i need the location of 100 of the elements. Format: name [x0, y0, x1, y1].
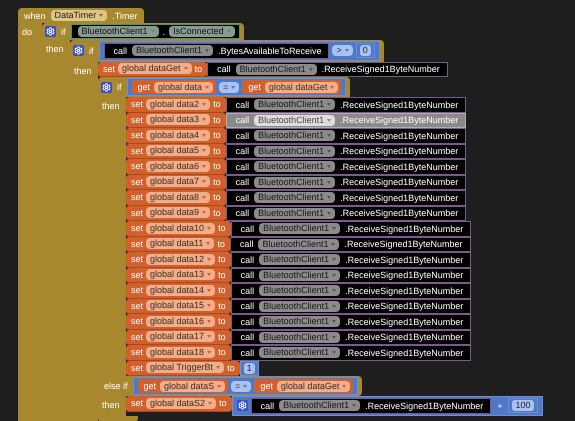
keyword-label: to — [217, 222, 227, 234]
operator-dropdown[interactable]: = — [219, 82, 240, 92]
keyword-label: call — [216, 63, 232, 76]
gear-icon[interactable] — [236, 400, 248, 412]
keyword-label: to — [217, 268, 227, 281]
component-dropdown[interactable]: BluetoothClient1 — [259, 254, 340, 266]
variable-dropdown[interactable]: global data11 — [146, 238, 214, 250]
variable-dropdown[interactable]: global dataGet — [118, 63, 192, 74]
keyword-label: set — [130, 114, 144, 126]
caret-icon — [332, 289, 336, 292]
variable-dropdown[interactable]: global data10 — [146, 222, 216, 234]
caret-icon — [99, 14, 104, 17]
variable-dropdown[interactable]: global data15 — [146, 300, 216, 312]
component-dropdown[interactable]: BluetoothClient1 — [254, 161, 336, 172]
variable-dropdown[interactable]: global dataGet — [264, 82, 338, 92]
caret-icon — [332, 258, 336, 262]
variable-dropdown[interactable]: global data16 — [146, 316, 216, 327]
method-label: .ReceiveSigned1ByteNumber — [343, 238, 464, 250]
component-dropdown[interactable]: BluetoothClient1 — [254, 192, 336, 204]
variable-dropdown[interactable]: global data5 — [146, 145, 210, 156]
method-label: .ReceiveSigned1ByteNumber — [344, 346, 464, 359]
keyword-label: call — [234, 160, 250, 173]
variable-dropdown[interactable]: global data18 — [146, 346, 216, 358]
component-dropdown[interactable]: BluetoothClient1 — [78, 26, 159, 37]
variable-dropdown[interactable]: global data3 — [146, 114, 210, 126]
operator-dropdown[interactable]: > — [332, 45, 353, 56]
keyword-label: set — [130, 300, 144, 312]
variable-dropdown[interactable]: global TriggerBt — [146, 362, 224, 374]
caret-icon — [332, 274, 336, 277]
keyword-label: call — [234, 192, 250, 204]
component-dropdown[interactable]: BluetoothClient1 — [254, 99, 336, 110]
variable-dropdown[interactable]: global dataS — [160, 380, 226, 392]
method-label: .ReceiveSigned1ByteNumber — [344, 222, 464, 235]
component-dropdown[interactable]: BluetoothClient1 — [254, 130, 336, 142]
keyword-label: to — [212, 191, 222, 204]
variable-dropdown[interactable]: global data9 — [146, 207, 210, 218]
event-label: .Timer — [111, 10, 138, 22]
caret-icon — [327, 180, 332, 184]
variable-dropdown[interactable]: global dataS2 — [146, 398, 216, 409]
variable-dropdown[interactable]: global data13 — [146, 269, 216, 280]
variable-dropdown[interactable]: global data4 — [146, 130, 210, 141]
component-dropdown[interactable]: BluetoothClient1 — [259, 223, 340, 234]
component-dropdown[interactable]: DataTimer — [50, 10, 108, 21]
component-dropdown[interactable]: BluetoothClient1 — [259, 316, 340, 328]
variable-dropdown[interactable]: global data8 — [146, 192, 210, 203]
keyword-label: call — [240, 331, 256, 344]
variable-dropdown[interactable]: global data6 — [146, 160, 210, 172]
keyword-label: set — [130, 160, 144, 172]
keyword-label: if — [60, 26, 66, 38]
variable-dropdown[interactable]: global data2 — [146, 98, 210, 110]
component-dropdown[interactable]: BluetoothClient1 — [279, 400, 360, 412]
component-dropdown[interactable]: BluetoothClient1 — [254, 208, 336, 219]
component-dropdown[interactable]: BluetoothClient1 — [132, 45, 214, 56]
component-dropdown[interactable]: BluetoothClient1 — [259, 332, 340, 343]
caret-icon — [202, 164, 206, 168]
method-label: .ReceiveSigned1ByteNumber — [339, 207, 460, 220]
variable-dropdown[interactable]: global data17 — [146, 331, 216, 342]
caret-icon — [207, 320, 212, 323]
caret-icon — [207, 288, 212, 292]
method-label: .ReceiveSigned1ByteNumber — [339, 176, 460, 188]
caret-icon — [332, 336, 336, 339]
caret-icon — [202, 149, 206, 152]
number-field[interactable]: 1 — [244, 362, 255, 374]
property-dropdown[interactable]: IsConnected — [169, 26, 235, 37]
keyword-label: call — [234, 176, 250, 188]
variable-dropdown[interactable]: global data7 — [146, 176, 210, 188]
component-dropdown[interactable]: BluetoothClient1 — [254, 114, 336, 126]
caret-icon — [352, 404, 356, 408]
keyword-label: call — [240, 269, 256, 282]
caret-icon — [207, 304, 212, 308]
component-dropdown[interactable]: BluetoothClient1 — [259, 347, 340, 358]
variable-dropdown[interactable]: global data — [154, 82, 214, 92]
method-label: .ReceiveSigned1ByteNumber — [364, 400, 484, 412]
gear-icon[interactable] — [45, 26, 56, 37]
component-dropdown[interactable]: BluetoothClient1 — [236, 64, 317, 75]
gear-icon[interactable] — [73, 45, 84, 56]
operator-dropdown[interactable]: = — [231, 380, 252, 392]
keyword-label: to — [216, 238, 226, 250]
component-dropdown[interactable]: BluetoothClient1 — [254, 146, 336, 157]
caret-icon — [150, 30, 155, 33]
caret-icon — [308, 68, 313, 71]
keyword-label: if — [88, 44, 94, 57]
keyword-label: to — [217, 284, 227, 296]
component-dropdown[interactable]: BluetoothClient1 — [259, 285, 340, 296]
variable-dropdown[interactable]: global data12 — [146, 254, 216, 265]
caret-icon — [202, 102, 206, 106]
number-field[interactable]: 0 — [360, 45, 371, 56]
variable-dropdown[interactable]: global data14 — [146, 284, 216, 296]
number-field[interactable]: 100 — [512, 400, 534, 412]
component-dropdown[interactable]: BluetoothClient1 — [259, 300, 340, 312]
component-dropdown[interactable]: BluetoothClient1 — [259, 270, 340, 281]
variable-dropdown[interactable]: global dataGet — [276, 380, 350, 392]
keyword-label: set — [130, 191, 144, 204]
component-dropdown[interactable]: BluetoothClient1 — [254, 176, 336, 188]
keyword-label: to — [212, 176, 222, 188]
method-label: .ReceiveSigned1ByteNumber — [339, 160, 460, 173]
caret-icon — [327, 212, 332, 215]
gear-icon[interactable] — [101, 82, 112, 92]
component-dropdown[interactable]: BluetoothClient1 — [258, 238, 340, 250]
caret-icon — [205, 49, 210, 52]
